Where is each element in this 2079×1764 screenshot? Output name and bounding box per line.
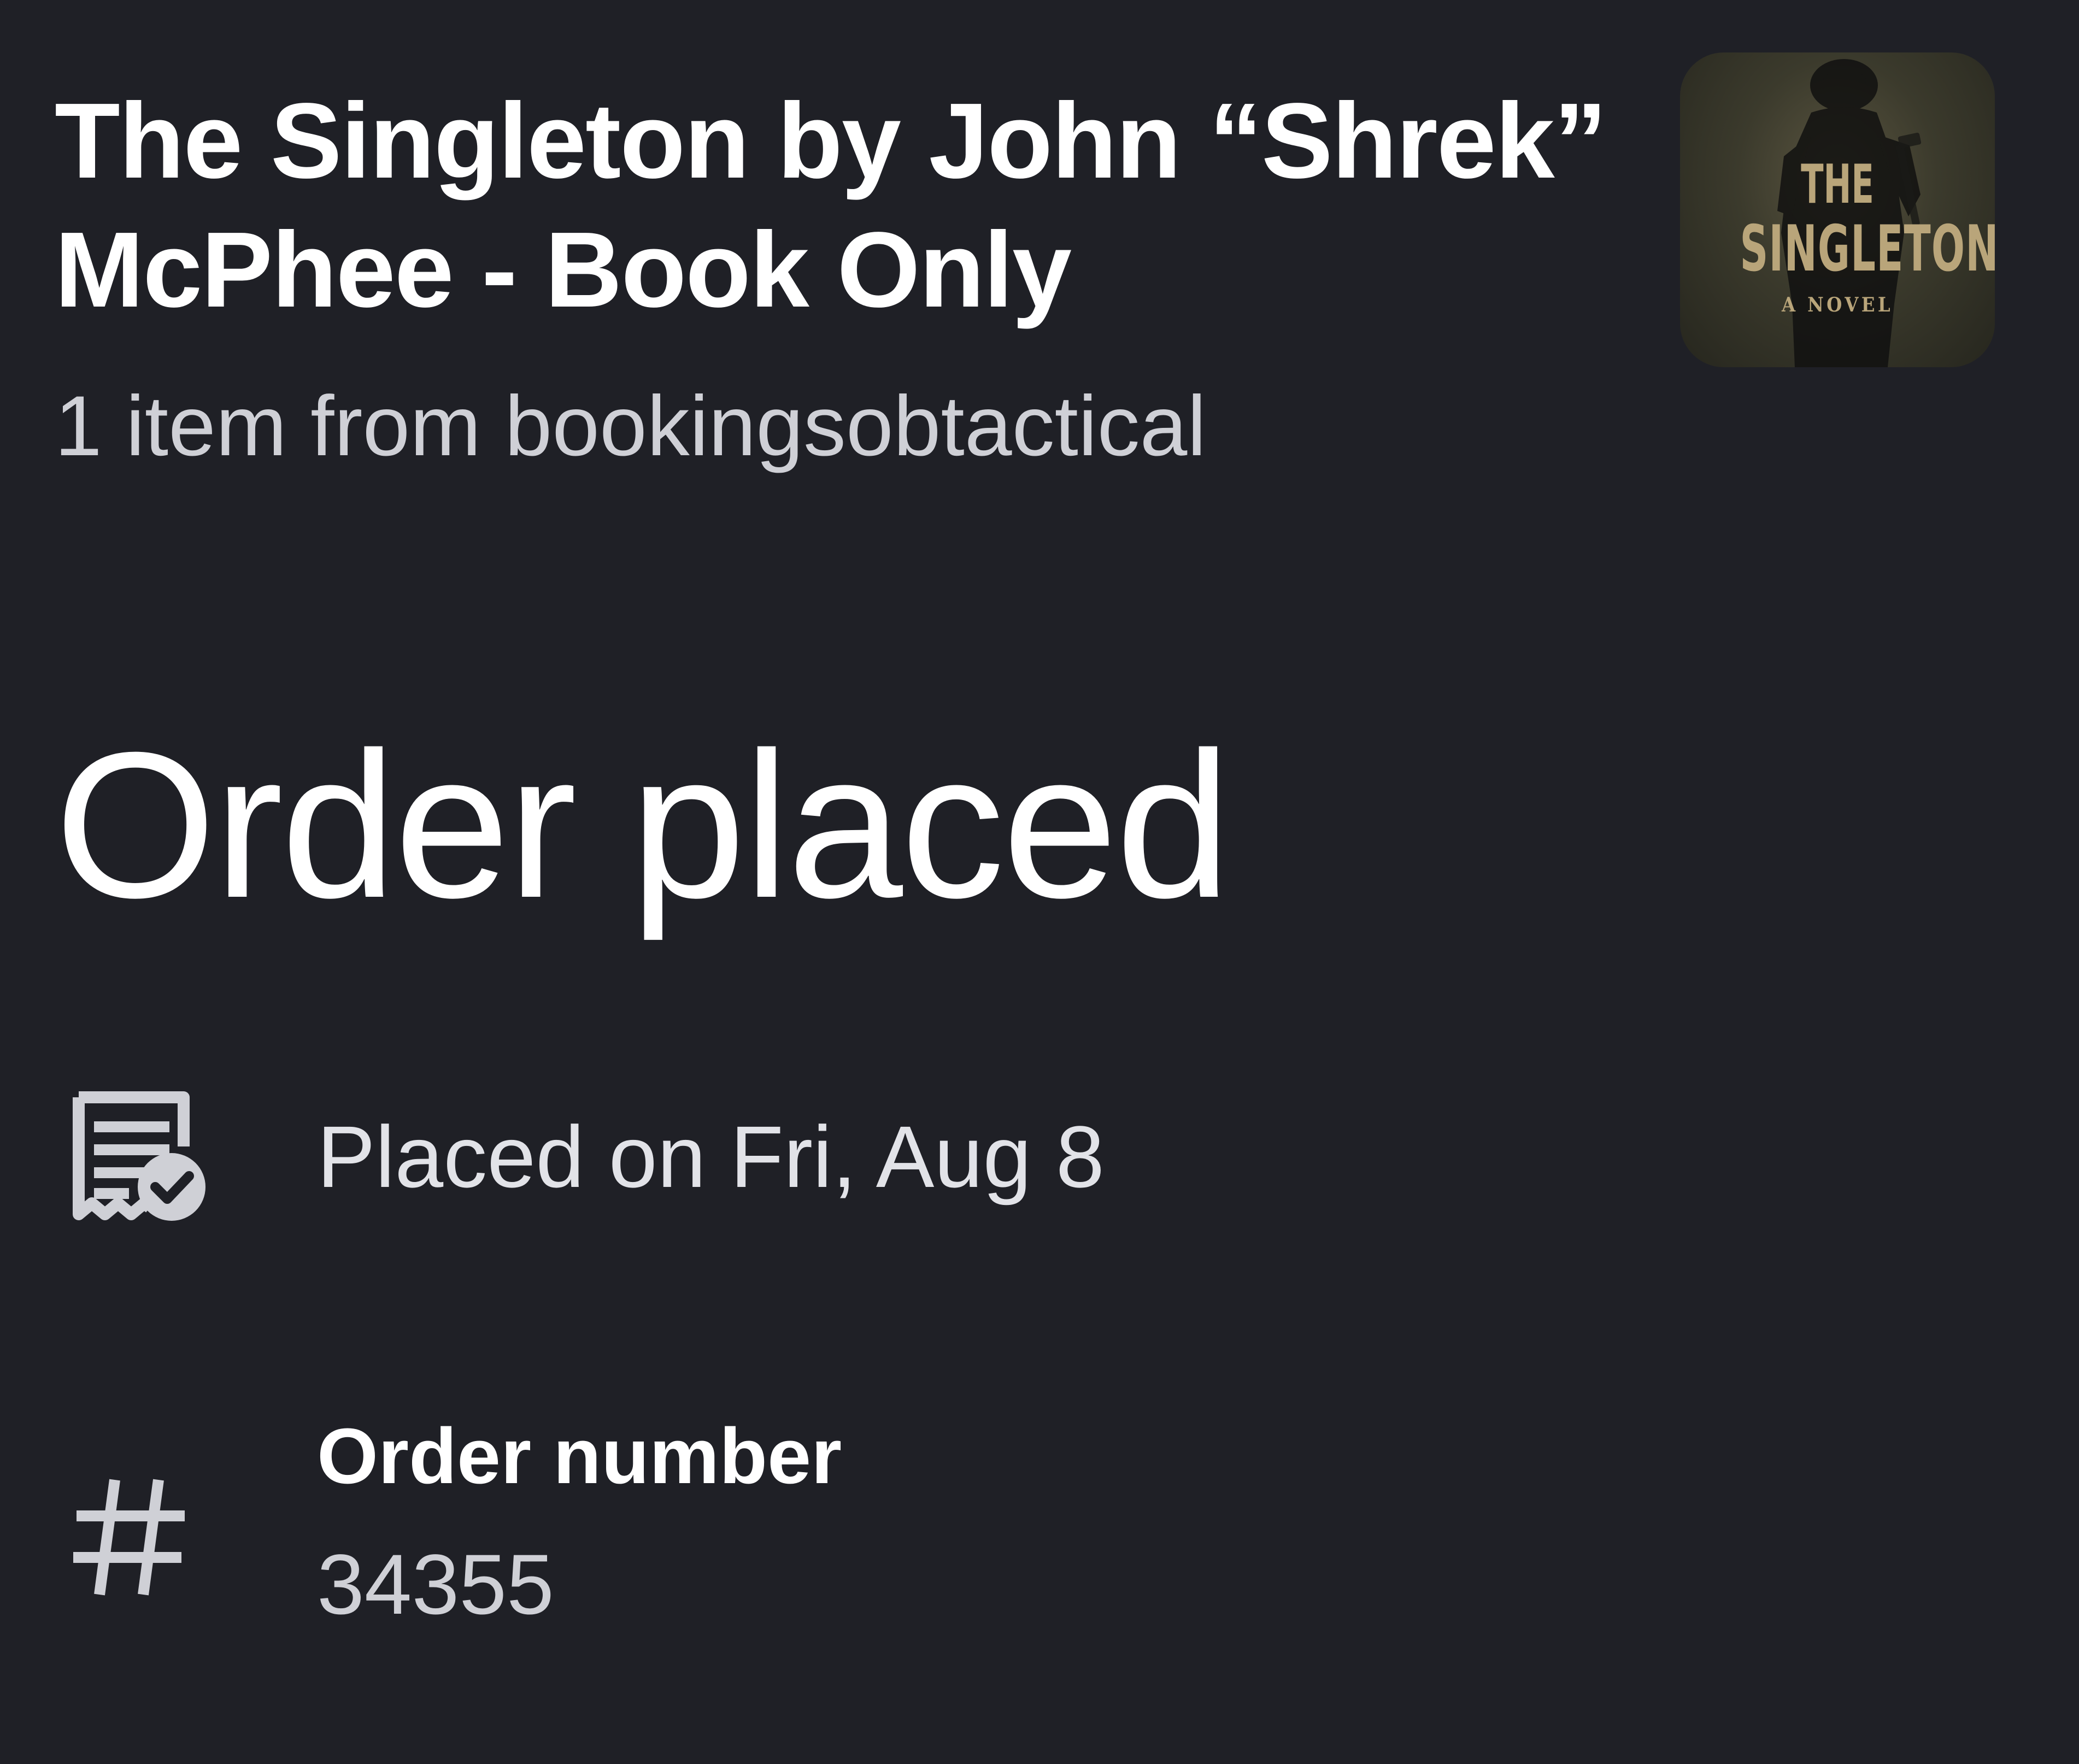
placed-on-date: Placed on Fri, Aug 8 xyxy=(317,1108,1105,1206)
hash-icon xyxy=(73,1479,185,1596)
order-number-label: Order number xyxy=(317,1412,842,1500)
product-header[interactable]: The Singleton by John “Shrek” McPhee - B… xyxy=(55,77,1618,475)
cover-title-the: THE xyxy=(1801,154,1874,216)
cover-subtitle: A NOVEL xyxy=(1781,293,1894,316)
order-number-value: 34355 xyxy=(317,1537,554,1632)
order-details-screen: The Singleton by John “Shrek” McPhee - B… xyxy=(0,0,2079,1764)
cover-title-singleton: SINGLETON xyxy=(1740,212,1995,286)
seller-line: 1 item from bookingsobtactical xyxy=(55,379,1206,474)
receipt-check-icon xyxy=(73,1091,205,1221)
product-title: The Singleton by John “Shrek” McPhee - B… xyxy=(55,81,1607,330)
order-status-heading: Order placed xyxy=(55,709,1231,941)
book-cover-thumbnail[interactable]: THE SINGLETON A NOVEL xyxy=(1680,52,1995,367)
